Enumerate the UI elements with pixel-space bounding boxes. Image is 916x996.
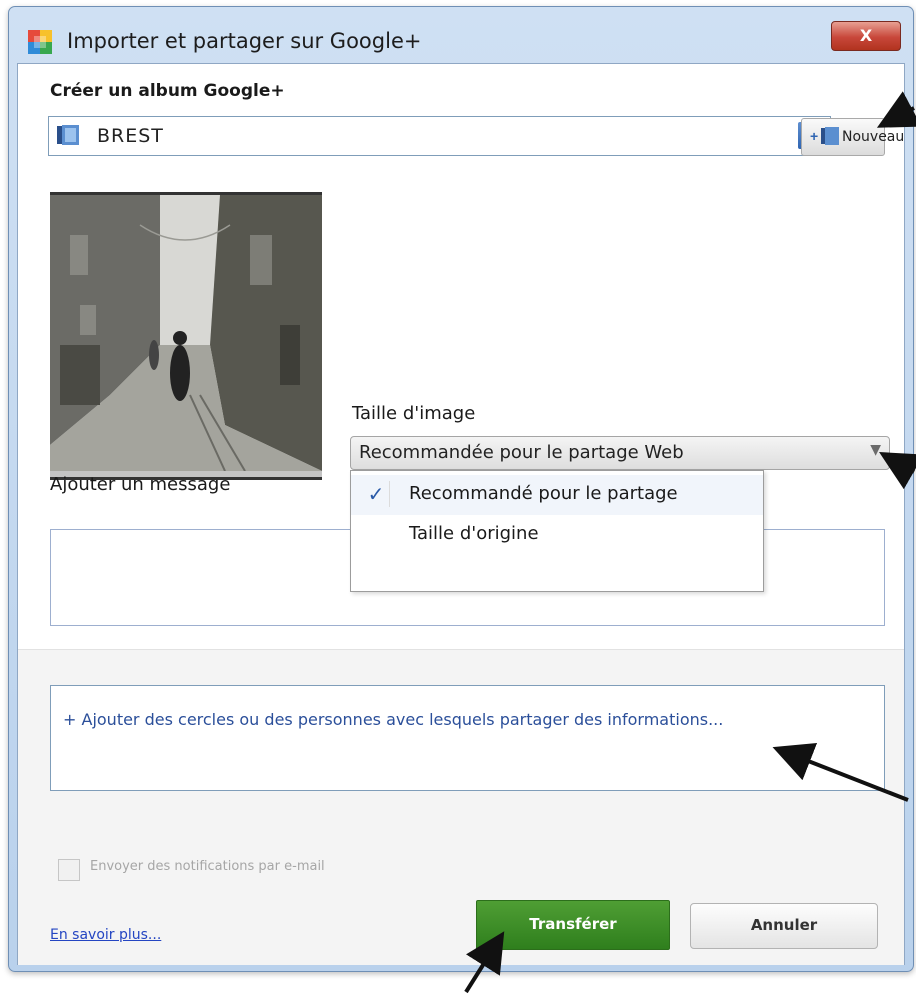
close-button[interactable]: X: [831, 21, 901, 51]
photo-preview: [50, 192, 322, 480]
album-section-label: Créer un album Google+: [50, 81, 285, 101]
notify-label: Envoyer des notifications par e-mail: [90, 859, 325, 874]
menu-item-recommended[interactable]: ✓ Recommandé pour le partage: [351, 475, 763, 515]
window-title: Importer et partager sur Google+: [67, 29, 422, 53]
dialog-window: Importer et partager sur Google+ X Créer…: [8, 6, 914, 972]
notify-checkbox[interactable]: [58, 859, 80, 881]
menu-item-original-size[interactable]: Taille d'origine: [351, 515, 763, 555]
google-photos-icon: [28, 30, 52, 54]
menu-item-label: Taille d'origine: [409, 523, 539, 544]
cancel-button[interactable]: Annuler: [690, 903, 878, 949]
new-album-label: Nouveau: [842, 129, 905, 145]
album-selected-value: BREST: [97, 125, 164, 147]
album-dropdown[interactable]: BREST ▼: [48, 116, 831, 156]
check-icon: ✓: [363, 481, 390, 507]
album-icon: [57, 125, 79, 145]
image-size-selected: Recommandée pour le partage Web: [359, 442, 684, 463]
transfer-button[interactable]: Transférer: [476, 900, 670, 950]
dialog-body: Créer un album Google+ BREST ▼ + Nouveau: [17, 63, 905, 965]
chevron-down-icon[interactable]: ▼: [870, 442, 881, 458]
new-album-button[interactable]: + Nouveau: [801, 118, 904, 156]
image-size-label: Taille d'image: [352, 403, 476, 424]
add-album-icon: +: [810, 127, 839, 145]
share-recipients-field[interactable]: + Ajouter des cercles ou des personnes a…: [50, 685, 885, 791]
street-photo: [50, 195, 322, 472]
menu-item-label: Recommandé pour le partage: [409, 483, 678, 504]
message-label: Ajouter un message: [50, 474, 231, 495]
image-size-menu: ✓ Recommandé pour le partage Taille d'or…: [350, 470, 764, 592]
add-circles-link[interactable]: + Ajouter des cercles ou des personnes a…: [63, 710, 723, 729]
share-panel: + Ajouter des cercles ou des personnes a…: [18, 649, 904, 965]
image-size-dropdown[interactable]: Recommandée pour le partage Web ▼: [350, 436, 890, 470]
svg-text:+: +: [810, 128, 818, 144]
title-bar[interactable]: Importer et partager sur Google+ X: [9, 7, 913, 63]
learn-more-link[interactable]: En savoir plus...: [50, 927, 161, 943]
